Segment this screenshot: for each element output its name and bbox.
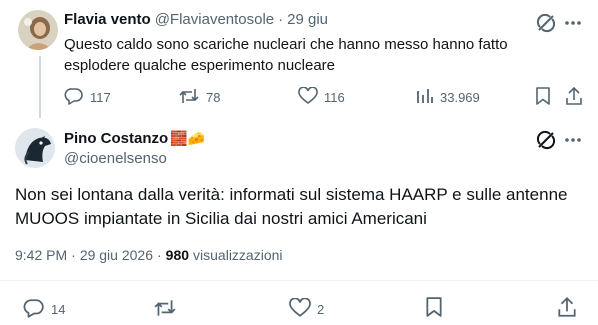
parent-tweet-text: Questo caldo sono scariche nucleari che … xyxy=(64,36,508,74)
parent-share-icon[interactable] xyxy=(565,86,583,106)
parent-reply-count: 117 xyxy=(90,90,111,105)
main-author-name[interactable]: Pino Costanzo xyxy=(64,130,168,147)
author-emoji-badges: 🧱🧀 xyxy=(170,130,206,146)
parent-like-count: 116 xyxy=(324,90,345,105)
repost-icon xyxy=(178,87,200,108)
main-separator: · xyxy=(71,247,76,263)
main-author-handle[interactable]: @cioenelsenso xyxy=(64,150,167,167)
main-like-count: 2 xyxy=(317,302,325,317)
parent-date[interactable]: 29 giu xyxy=(287,11,328,28)
parent-separator: · xyxy=(278,11,284,28)
main-tweet-text: Non sei lontana dalla verità: informati … xyxy=(15,185,568,228)
grok-icon[interactable] xyxy=(536,13,556,33)
reply-icon xyxy=(23,298,45,321)
main-grok-icon[interactable] xyxy=(536,130,556,150)
main-share-icon[interactable] xyxy=(557,296,577,318)
views-bar-chart-icon xyxy=(416,87,434,108)
main-reply-button[interactable]: 14 xyxy=(23,298,65,321)
main-reply-count: 14 xyxy=(51,302,66,317)
main-separator-2: · xyxy=(157,247,162,263)
parent-views-count: 33.969 xyxy=(440,90,480,105)
main-time[interactable]: 9:42 PM xyxy=(15,247,67,263)
parent-repost-button[interactable]: 78 xyxy=(178,87,220,108)
main-views-count: 980 xyxy=(165,247,190,263)
main-date[interactable]: 29 giu 2026 xyxy=(80,247,153,263)
parent-bookmark-icon[interactable] xyxy=(535,87,551,105)
thread-connector-line xyxy=(39,56,41,118)
main-like-button[interactable]: 2 xyxy=(289,297,325,321)
reply-icon xyxy=(64,87,84,108)
avatar-flavia[interactable] xyxy=(18,10,58,50)
main-views-label: visualizzazioni xyxy=(193,247,283,263)
heart-icon xyxy=(298,86,318,108)
parent-views-button[interactable]: 33.969 xyxy=(416,87,480,108)
parent-repost-count: 78 xyxy=(206,90,221,105)
main-bookmark-icon[interactable] xyxy=(425,297,443,317)
main-more-options-icon[interactable] xyxy=(563,131,583,149)
heart-icon xyxy=(289,297,311,321)
divider xyxy=(0,280,598,281)
more-options-icon[interactable] xyxy=(563,14,583,32)
parent-author-handle[interactable]: @Flaviaventosole xyxy=(155,11,274,28)
parent-reply-button[interactable]: 117 xyxy=(64,87,111,108)
parent-like-button[interactable]: 116 xyxy=(298,86,345,108)
avatar-pino[interactable] xyxy=(15,128,55,168)
main-repost-button[interactable] xyxy=(153,298,177,318)
parent-author-name[interactable]: Flavia vento xyxy=(64,11,151,28)
